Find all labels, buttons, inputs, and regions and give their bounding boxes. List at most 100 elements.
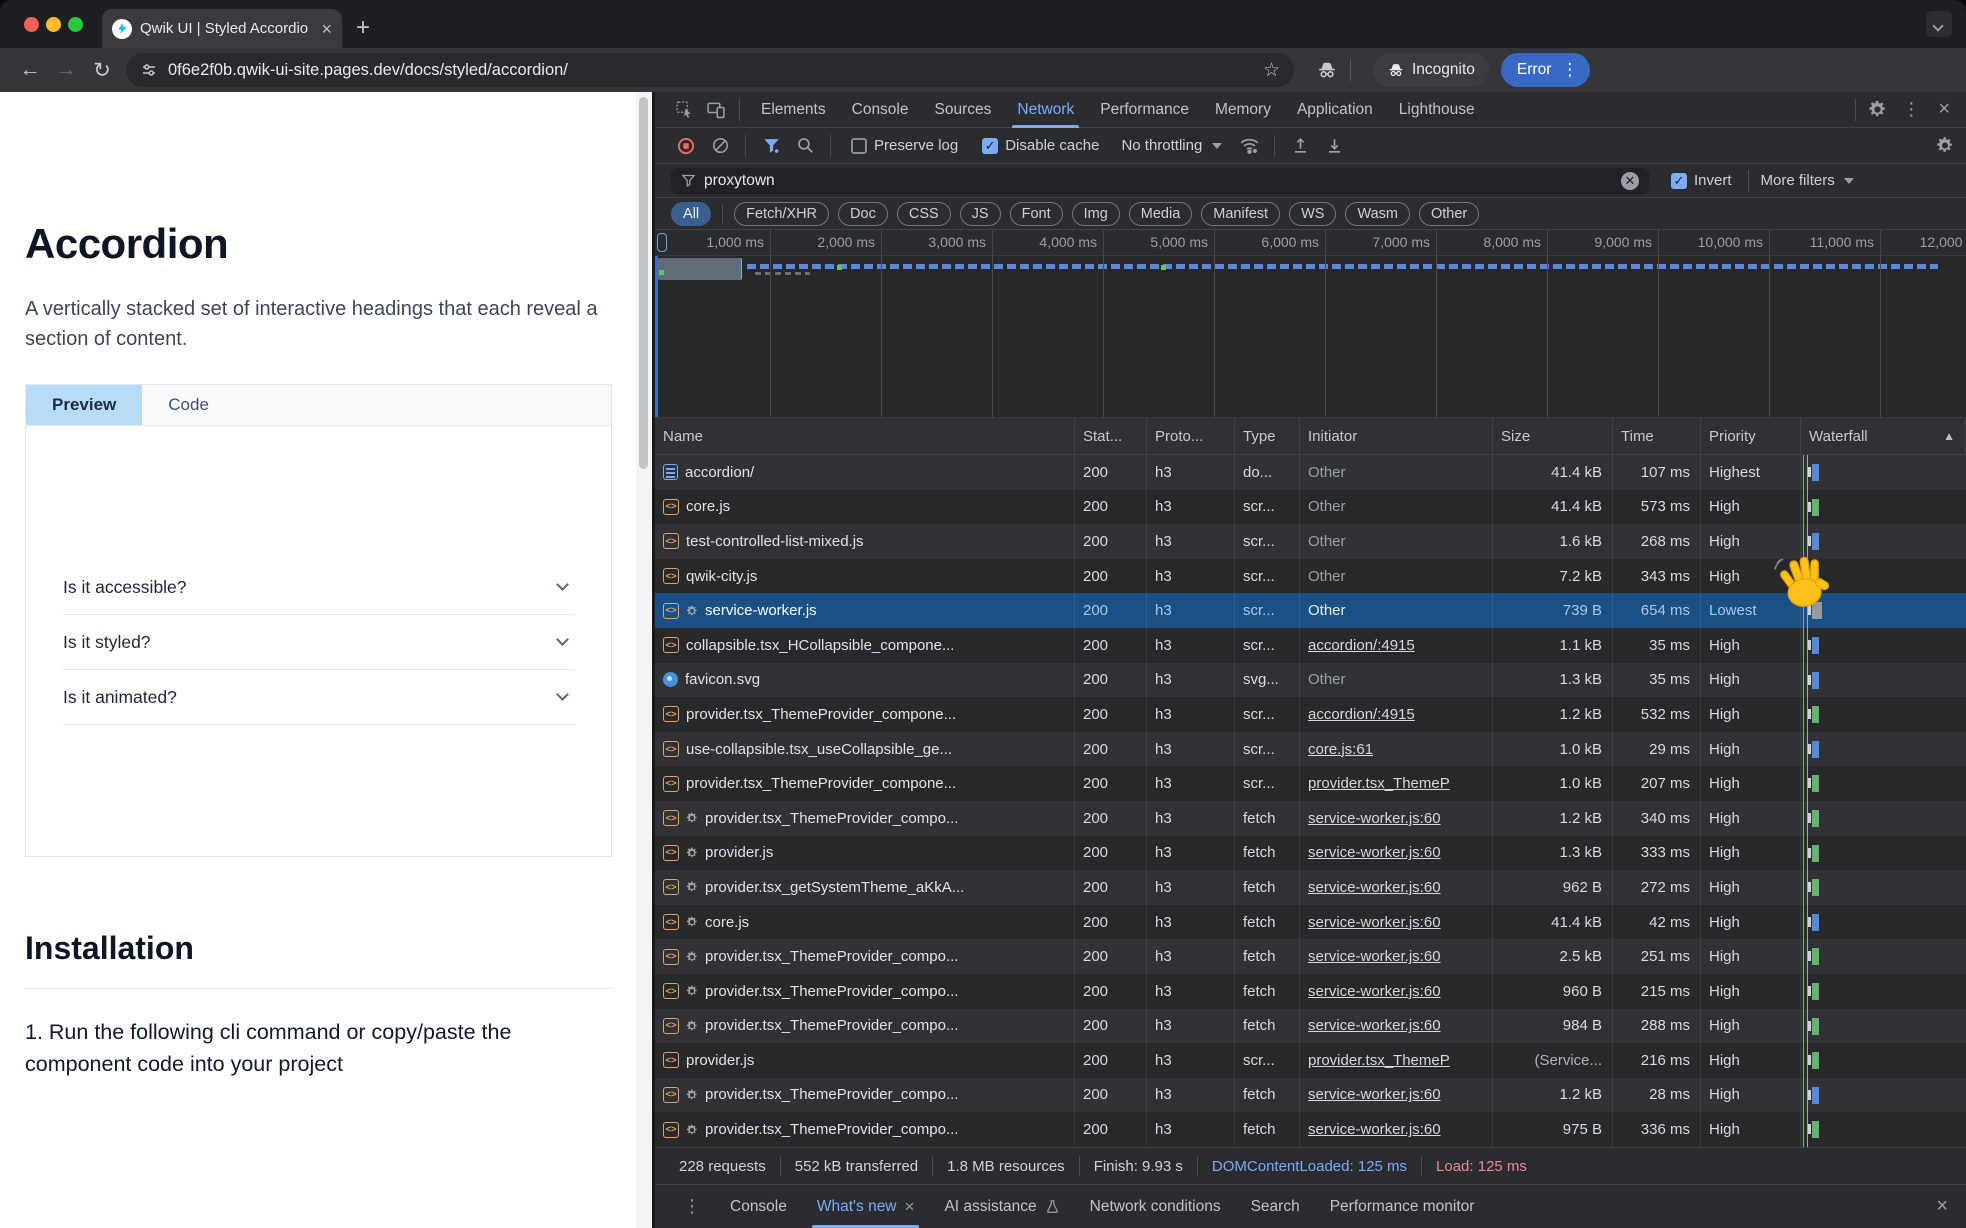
devtools-tab-application[interactable]: Application [1284,92,1386,128]
export-har-icon[interactable] [1319,133,1349,159]
close-window-button[interactable] [24,17,39,32]
filter-chip-all[interactable]: All [671,202,711,226]
minimize-window-button[interactable] [46,17,61,32]
filter-chip-manifest[interactable]: Manifest [1201,202,1280,226]
initiator-link[interactable]: service-worker.js:60 [1308,983,1441,1000]
devtools-tab-network[interactable]: Network [1004,92,1087,128]
tab-close-icon[interactable]: × [321,20,332,38]
timeline-ruler[interactable]: 1,000 ms2,000 ms3,000 ms4,000 ms5,000 ms… [655,230,1966,256]
waterfall-cell[interactable] [1801,870,1966,905]
close-icon[interactable]: × [905,1197,915,1217]
initiator-cell[interactable]: service-worker.js:60 [1300,1009,1493,1044]
initiator-cell[interactable]: service-worker.js:60 [1300,1112,1493,1147]
filter-chip-doc[interactable]: Doc [838,202,888,226]
table-row[interactable]: <>collapsible.tsx_HCollapsible_compone..… [655,628,1966,663]
waterfall-cell[interactable] [1801,766,1966,801]
initiator-cell[interactable]: service-worker.js:60 [1300,974,1493,1009]
table-row[interactable]: accordion/200h3do...Other41.4 kB107 msHi… [655,455,1966,490]
initiator-link[interactable]: provider.tsx_ThemeP [1308,775,1450,792]
page-scrollbar[interactable] [636,92,652,1228]
filter-chip-wasm[interactable]: Wasm [1345,202,1410,226]
filter-chip-other[interactable]: Other [1419,202,1479,226]
waterfall-cell[interactable] [1801,939,1966,974]
network-settings-icon[interactable] [1936,133,1966,159]
filter-chip-fetchxhr[interactable]: Fetch/XHR [734,202,829,226]
column-header-stat[interactable]: Stat... [1075,418,1147,454]
waterfall-cell[interactable] [1801,1009,1966,1044]
waterfall-cell[interactable] [1801,1112,1966,1147]
initiator-cell[interactable]: accordion/:4915 [1300,697,1493,732]
throttling-select[interactable]: No throttling [1121,137,1222,154]
request-name-cell[interactable]: <>core.js [655,490,1075,525]
column-header-type[interactable]: Type [1235,418,1300,454]
filter-icon[interactable] [756,133,786,159]
initiator-cell[interactable]: service-worker.js:60 [1300,905,1493,940]
initiator-link[interactable]: service-worker.js:60 [1308,1086,1441,1103]
devtools-tab-sources[interactable]: Sources [922,92,1005,128]
initiator-link[interactable]: service-worker.js:60 [1308,844,1441,861]
request-name-cell[interactable]: <>provider.tsx_ThemeProvider_compone... [655,766,1075,801]
request-name-cell[interactable]: <>provider.js [655,1043,1075,1078]
error-button[interactable]: Error ⋮ [1501,53,1590,87]
table-row[interactable]: <>provider.js200h3fetchservice-worker.js… [655,836,1966,871]
request-name-cell[interactable]: <>provider.tsx_ThemeProvider_compo... [655,974,1075,1009]
record-network-log-icon[interactable] [671,133,701,159]
table-row[interactable]: <>provider.js200h3scr...provider.tsx_The… [655,1043,1966,1078]
request-name-cell[interactable]: accordion/ [655,455,1075,490]
waterfall-cell[interactable] [1801,697,1966,732]
filter-chip-media[interactable]: Media [1129,202,1193,226]
disable-cache-checkbox[interactable]: ✓ Disable cache [982,137,1099,154]
initiator-cell[interactable]: Other [1300,663,1493,698]
scrollbar-thumb[interactable] [639,97,648,469]
request-name-cell[interactable]: <>provider.tsx_ThemeProvider_compo... [655,1078,1075,1113]
initiator-cell[interactable]: service-worker.js:60 [1300,939,1493,974]
reload-button[interactable]: ↻ [84,58,120,83]
drawer-tab-network-conditions[interactable]: Network conditions [1075,1185,1236,1228]
waterfall-cell[interactable] [1801,801,1966,836]
table-row[interactable]: <>core.js200h3scr...Other41.4 kB573 msHi… [655,490,1966,525]
devtools-settings-icon[interactable] [1862,97,1892,123]
table-row[interactable]: favicon.svg200h3svg...Other1.3 kB35 msHi… [655,663,1966,698]
waterfall-cell[interactable] [1801,836,1966,871]
clear-filter-icon[interactable]: ✕ [1621,172,1639,190]
devtools-tab-memory[interactable]: Memory [1202,92,1284,128]
initiator-link[interactable]: accordion/:4915 [1308,637,1415,654]
filter-value[interactable]: proxytown [704,172,1613,190]
column-header-time[interactable]: Time [1613,418,1701,454]
filter-chip-js[interactable]: JS [960,202,1001,226]
devtools-tab-performance[interactable]: Performance [1087,92,1202,128]
table-row[interactable]: <>provider.tsx_ThemeProvider_compo...200… [655,1009,1966,1044]
table-row[interactable]: <>provider.tsx_ThemeProvider_compo...200… [655,939,1966,974]
url-text[interactable]: 0f6e2f0b.qwik-ui-site.pages.dev/docs/sty… [168,61,1263,80]
column-header-size[interactable]: Size [1493,418,1613,454]
filter-input[interactable]: proxytown ✕ [671,168,1649,194]
drawer-tab-console[interactable]: Console [715,1185,802,1228]
preserve-log-checkbox[interactable]: Preserve log [851,137,958,154]
request-name-cell[interactable]: <>provider.tsx_getSystemTheme_aKkA... [655,870,1075,905]
devtools-tab-elements[interactable]: Elements [748,92,839,128]
browser-tab[interactable]: Qwik UI | Styled Accordion Co × [102,9,342,48]
request-name-cell[interactable]: <>provider.tsx_ThemeProvider_compo... [655,801,1075,836]
initiator-link[interactable]: service-worker.js:60 [1308,948,1441,965]
waterfall-cell[interactable] [1801,1078,1966,1113]
request-name-cell[interactable]: <>provider.tsx_ThemeProvider_compone... [655,697,1075,732]
initiator-cell[interactable]: service-worker.js:60 [1300,801,1493,836]
initiator-cell[interactable]: provider.tsx_ThemeP [1300,1043,1493,1078]
table-row[interactable]: <>service-worker.js200h3scr...Other739 B… [655,593,1966,628]
bookmark-star-icon[interactable]: ☆ [1263,59,1280,82]
accordion-item-1[interactable]: Is it accessible? [63,560,575,615]
initiator-link[interactable]: service-worker.js:60 [1308,879,1441,896]
column-header-waterfall[interactable]: Waterfall▲ [1801,418,1966,454]
initiator-link[interactable]: service-worker.js:60 [1308,914,1441,931]
column-header-name[interactable]: Name [655,418,1075,454]
initiator-link[interactable]: core.js:61 [1308,741,1373,758]
table-row[interactable]: <>provider.tsx_ThemeProvider_compone...2… [655,766,1966,801]
timeline-grip-handle[interactable] [657,233,667,252]
site-settings-icon[interactable] [140,61,158,79]
request-name-cell[interactable]: <>use-collapsible.tsx_useCollapsible_ge.… [655,732,1075,767]
drawer-tab-search[interactable]: Search [1236,1185,1315,1228]
initiator-cell[interactable]: provider.tsx_ThemeP [1300,766,1493,801]
filter-chip-img[interactable]: Img [1072,202,1120,226]
table-row[interactable]: <>provider.tsx_ThemeProvider_compone...2… [655,697,1966,732]
tab-preview[interactable]: Preview [26,385,142,425]
